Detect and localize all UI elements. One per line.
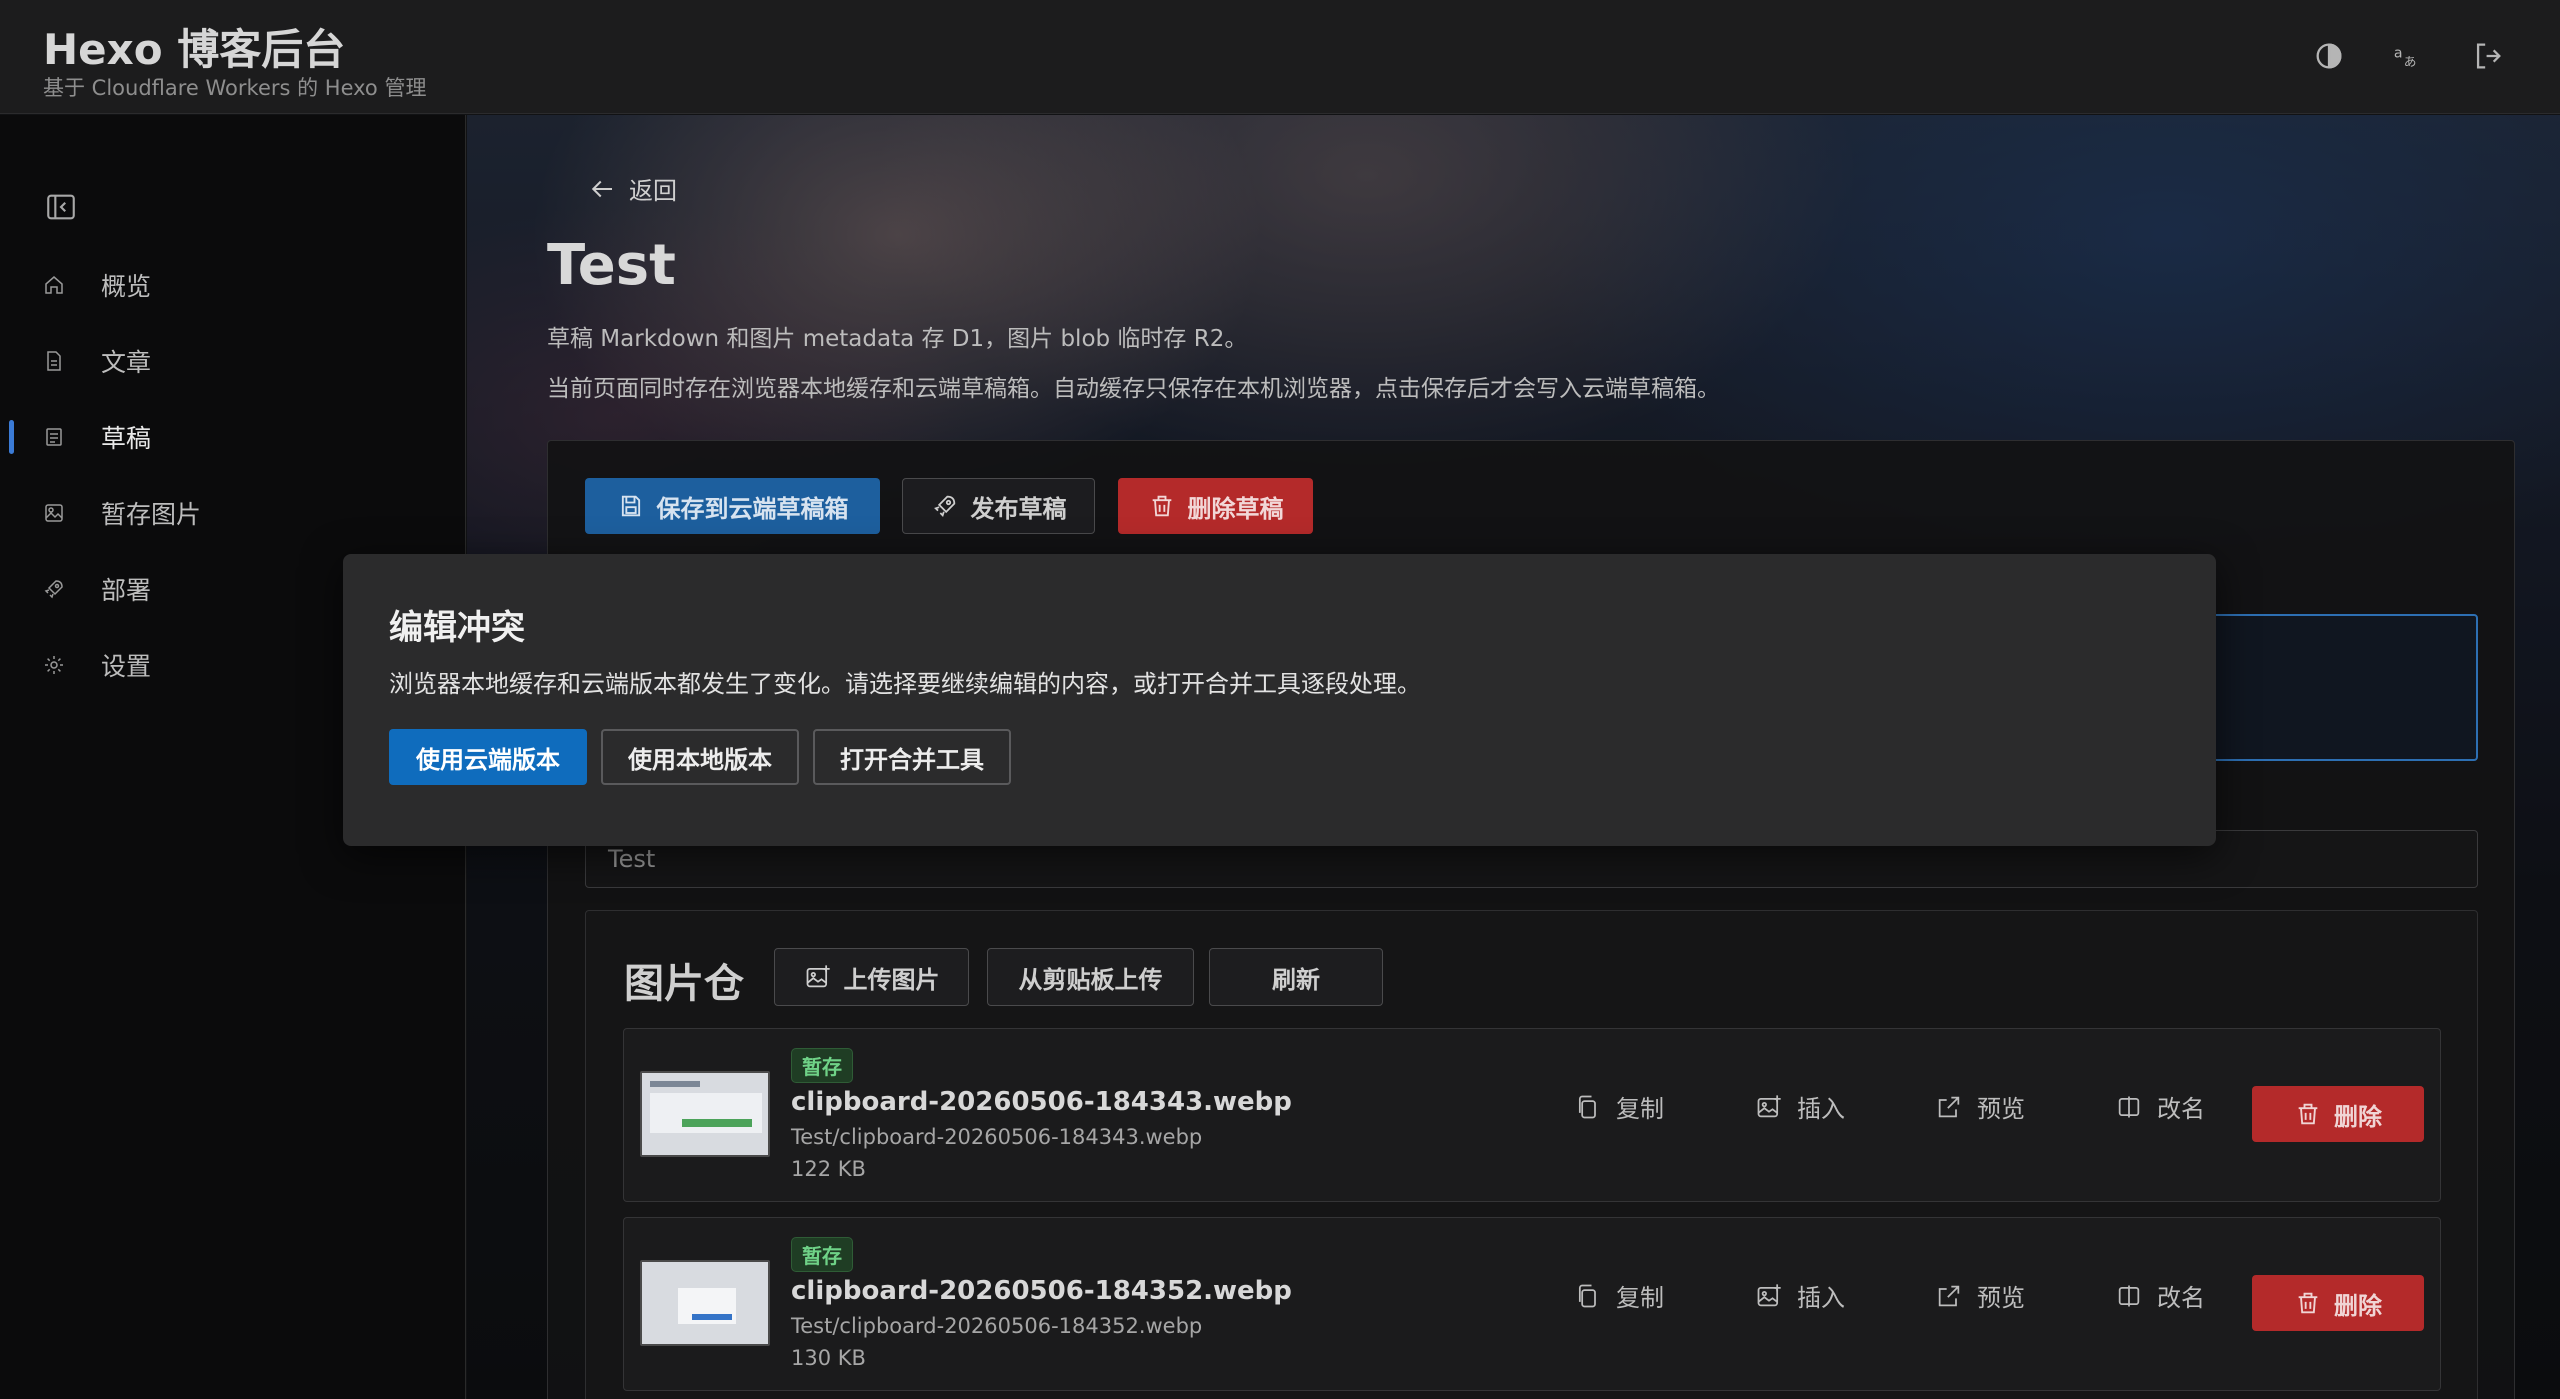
file-path: Test/clipboard-20260506-184352.webp	[791, 1314, 1203, 1338]
copy-button[interactable]: 复制	[1574, 1089, 1664, 1124]
copy-icon	[1578, 1095, 1596, 1118]
svg-text:あ: あ	[2404, 55, 2417, 70]
insert-button[interactable]: 插入	[1755, 1278, 1845, 1313]
file-size: 130 KB	[791, 1346, 866, 1370]
sidebar-item-drafts[interactable]: 草稿	[0, 409, 466, 465]
trash-icon	[1152, 495, 1171, 517]
back-link[interactable]: 返回	[587, 171, 677, 206]
status-badge: 暂存	[791, 1237, 853, 1272]
upload-from-clipboard-button[interactable]: 从剪贴板上传	[987, 948, 1194, 1006]
image-row: 暂存 clipboard-20260506-184343.webp Test/c…	[623, 1028, 2441, 1202]
copy-icon	[1578, 1284, 1596, 1307]
edit-conflict-dialog: 编辑冲突 浏览器本地缓存和云端版本都发生了变化。请选择要继续编辑的内容，或打开合…	[343, 554, 2216, 846]
app-title: Hexo 博客后台	[43, 25, 346, 74]
image-icon	[42, 501, 66, 525]
sidebar-item-label: 概览	[101, 272, 152, 301]
publish-draft-button[interactable]: 发布草稿	[902, 478, 1095, 534]
trash-icon	[2298, 1292, 2318, 1314]
sidebar-item-label: 草稿	[101, 424, 152, 453]
preview-button[interactable]: 预览	[1935, 1278, 2025, 1313]
refresh-button[interactable]: 刷新	[1209, 948, 1383, 1006]
external-link-icon	[1938, 1285, 1960, 1306]
sidebar-item-label: 部署	[101, 576, 152, 605]
insert-button[interactable]: 插入	[1755, 1089, 1845, 1124]
page-description-2: 当前页面同时存在浏览器本地缓存和云端草稿箱。自动缓存只保存在本机浏览器，点击保存…	[547, 376, 1720, 402]
save-icon	[621, 495, 640, 517]
image-thumbnail[interactable]	[640, 1071, 770, 1157]
sidebar-item-label: 设置	[101, 652, 152, 681]
draft-icon	[42, 425, 66, 449]
image-thumbnail[interactable]	[640, 1260, 770, 1346]
save-to-cloud-button[interactable]: 保存到云端草稿箱	[585, 478, 880, 534]
sidebar-collapse-icon[interactable]	[44, 190, 78, 224]
logout-icon[interactable]	[2468, 36, 2508, 76]
external-link-icon	[1938, 1096, 1960, 1117]
top-bar: Hexo 博客后台 基于 Cloudflare Workers 的 Hexo 管…	[0, 0, 2560, 114]
delete-draft-button[interactable]: 删除草稿	[1118, 478, 1313, 534]
use-cloud-version-button[interactable]: 使用云端版本	[389, 729, 587, 785]
sidebar-item-posts[interactable]: 文章	[0, 333, 466, 389]
upload-image-button[interactable]: 上传图片	[774, 948, 969, 1006]
file-size: 122 KB	[791, 1157, 866, 1181]
page-title: Test	[547, 233, 676, 298]
rename-button[interactable]: 改名	[2115, 1278, 2205, 1313]
preview-button[interactable]: 预览	[1935, 1089, 2025, 1124]
use-local-version-button[interactable]: 使用本地版本	[601, 729, 799, 785]
image-add-icon	[806, 965, 830, 988]
open-merge-tool-button[interactable]: 打开合并工具	[813, 729, 1011, 785]
back-label: 返回	[629, 177, 677, 205]
status-badge: 暂存	[791, 1048, 853, 1083]
sidebar-item-staged-images[interactable]: 暂存图片	[0, 485, 466, 541]
rocket-icon	[933, 495, 955, 517]
contrast-icon[interactable]	[2309, 36, 2349, 76]
delete-image-button[interactable]: 删除	[2252, 1275, 2424, 1331]
dialog-title: 编辑冲突	[389, 608, 525, 648]
image-add-icon	[1757, 1283, 1781, 1306]
delete-image-button[interactable]: 删除	[2252, 1086, 2424, 1142]
rename-icon	[2118, 1096, 2140, 1117]
dialog-message: 浏览器本地缓存和云端版本都发生了变化。请选择要继续编辑的内容，或打开合并工具逐段…	[389, 670, 1421, 698]
document-icon	[42, 349, 66, 373]
sidebar-item-label: 文章	[101, 348, 152, 377]
rocket-icon	[42, 577, 66, 601]
rename-icon	[2118, 1285, 2140, 1306]
rename-button[interactable]: 改名	[2115, 1089, 2205, 1124]
image-row: 暂存 clipboard-20260506-184352.webp Test/c…	[623, 1217, 2441, 1391]
file-path: Test/clipboard-20260506-184343.webp	[791, 1125, 1203, 1149]
home-icon	[42, 273, 66, 297]
file-name: clipboard-20260506-184343.webp	[791, 1087, 1292, 1117]
app-subtitle: 基于 Cloudflare Workers 的 Hexo 管理	[43, 76, 427, 100]
sidebar-item-label: 暂存图片	[101, 500, 202, 529]
gear-icon	[42, 653, 66, 677]
arrow-left-icon	[591, 180, 612, 197]
copy-button[interactable]: 复制	[1574, 1278, 1664, 1313]
language-icon[interactable]: aあ	[2388, 36, 2428, 76]
file-name: clipboard-20260506-184352.webp	[791, 1276, 1292, 1306]
image-add-icon	[1757, 1094, 1781, 1117]
image-repo-title: 图片仓	[624, 961, 744, 1007]
sidebar-item-overview[interactable]: 概览	[0, 257, 466, 313]
trash-icon	[2298, 1103, 2318, 1125]
active-indicator	[9, 420, 14, 454]
svg-text:a: a	[2394, 45, 2403, 61]
page-description-1: 草稿 Markdown 和图片 metadata 存 D1，图片 blob 临时…	[547, 326, 1248, 352]
